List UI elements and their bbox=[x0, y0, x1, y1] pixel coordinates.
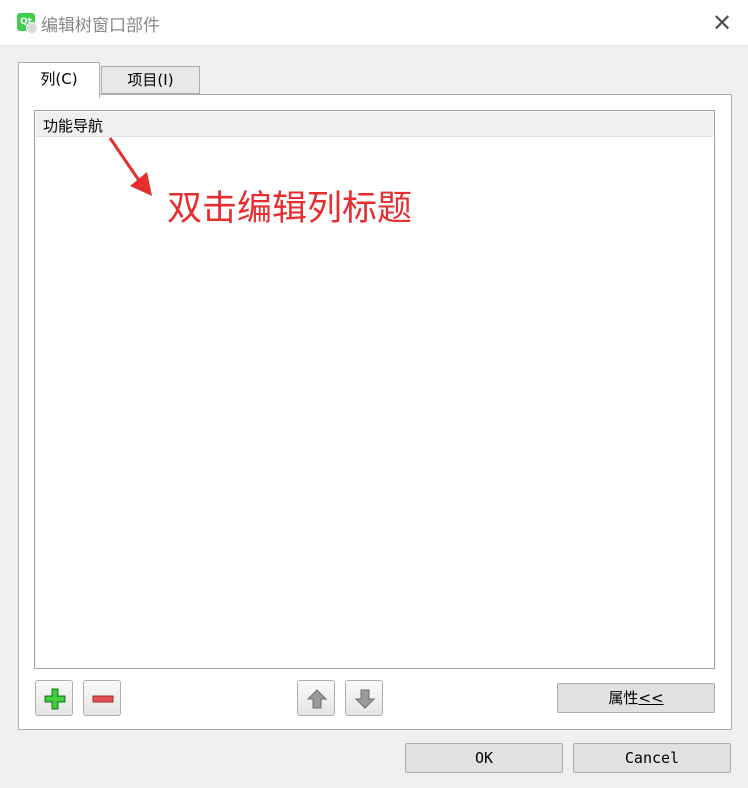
properties-mnemonic: << bbox=[638, 689, 664, 707]
tab-items[interactable]: 项目(I) bbox=[101, 66, 200, 94]
move-down-button[interactable] bbox=[345, 680, 383, 716]
remove-icon bbox=[92, 695, 114, 703]
window-title: 编辑树窗口部件 bbox=[41, 16, 160, 36]
title-bar: Qt 编辑树窗口部件 ✕ bbox=[0, 0, 748, 46]
cancel-button[interactable]: Cancel bbox=[573, 743, 731, 773]
remove-column-button[interactable] bbox=[83, 680, 121, 716]
ok-button[interactable]: OK bbox=[405, 743, 563, 773]
tab-columns[interactable]: 列(C) bbox=[18, 62, 100, 98]
add-column-button[interactable] bbox=[35, 680, 73, 716]
move-up-button[interactable] bbox=[297, 680, 335, 716]
annotation-text: 双击编辑列标题 bbox=[167, 189, 413, 229]
column-header-nav[interactable]: 功能导航 bbox=[43, 115, 103, 136]
properties-label: 属性 bbox=[608, 689, 639, 707]
qt-icon: Qt bbox=[17, 13, 38, 34]
add-icon bbox=[44, 688, 66, 710]
close-button[interactable]: ✕ bbox=[704, 6, 740, 40]
move-up-icon bbox=[306, 689, 328, 709]
annotation-arrow-icon bbox=[108, 137, 152, 196]
properties-button[interactable]: 属性<< bbox=[557, 683, 715, 713]
move-down-icon bbox=[354, 689, 376, 709]
